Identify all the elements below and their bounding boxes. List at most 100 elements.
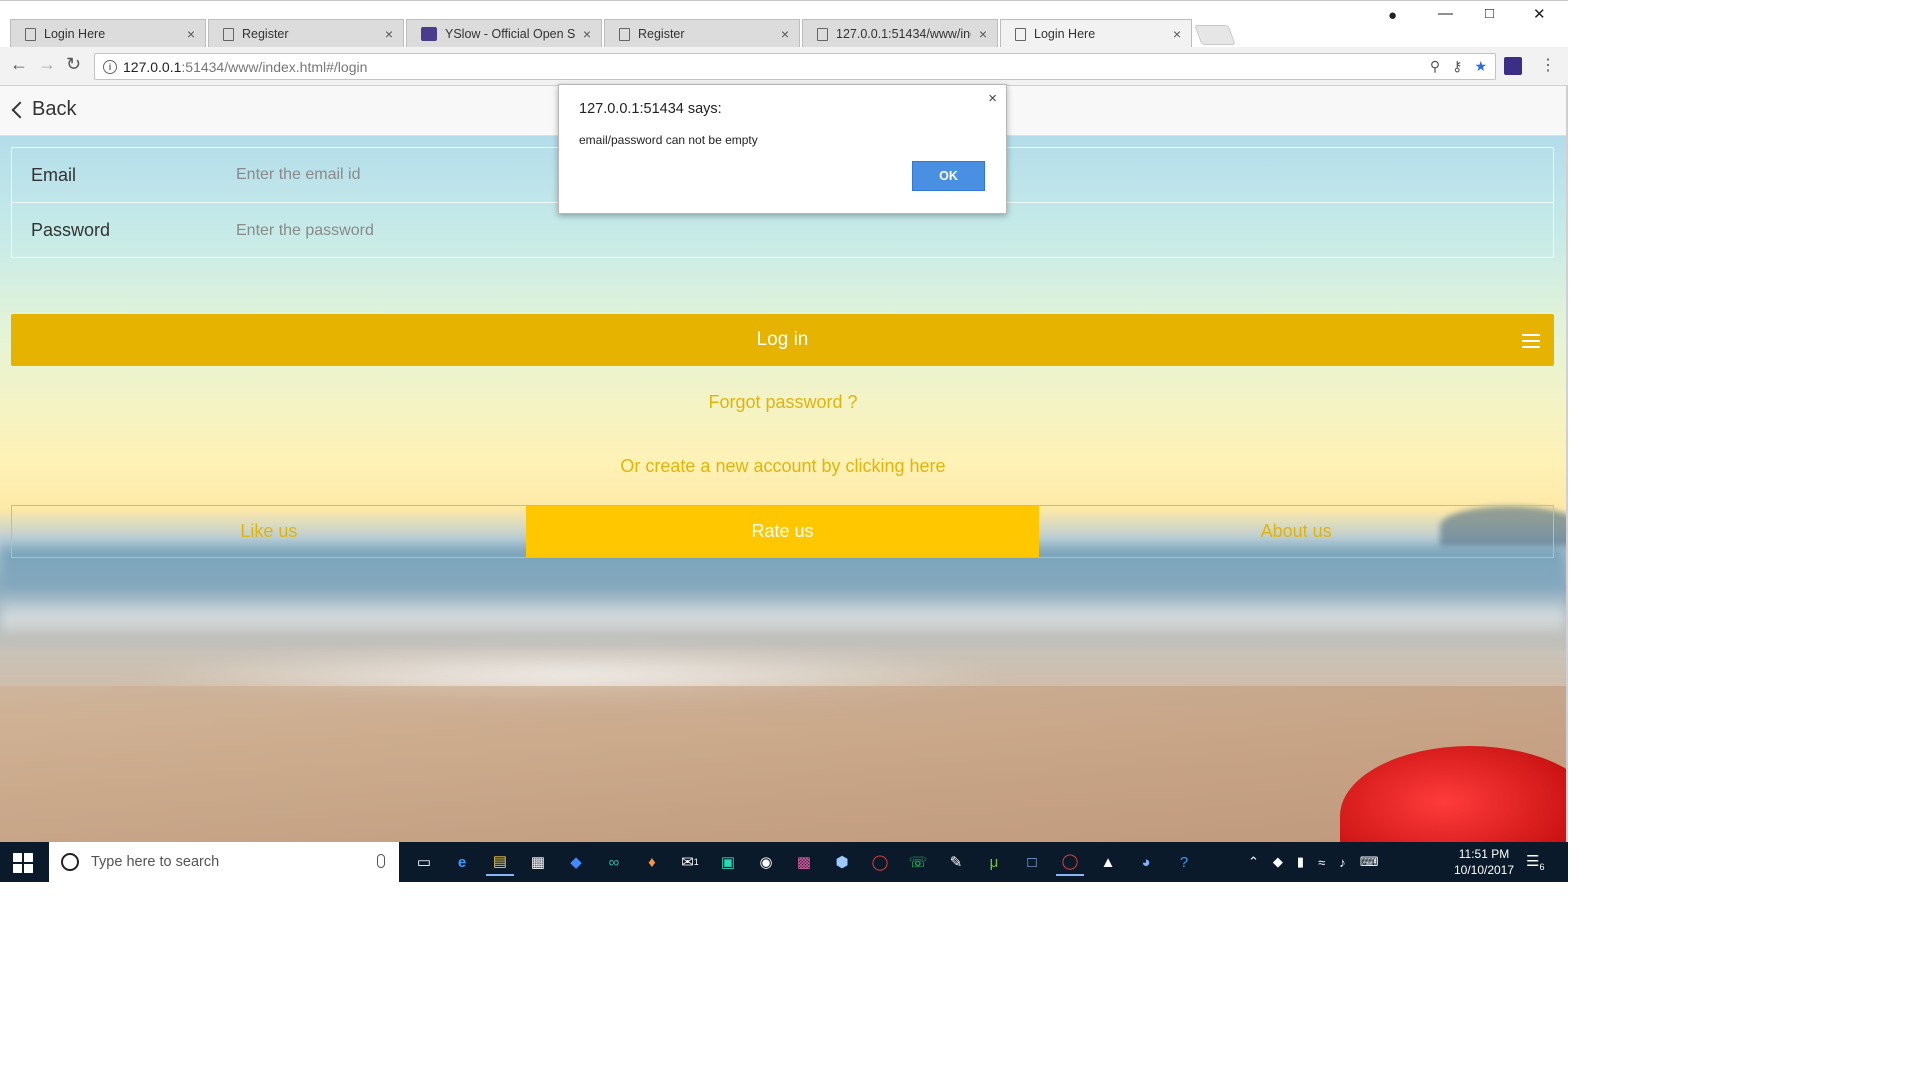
file-explorer-icon[interactable]: ▤	[486, 848, 514, 876]
tab-login-here-1[interactable]: Login Here ×	[10, 19, 206, 48]
doc-icon	[1015, 27, 1026, 41]
arduino-icon[interactable]: ∞	[600, 848, 628, 876]
chevron-up-icon[interactable]: ⌃	[1248, 854, 1259, 870]
app-box-icon[interactable]: □	[1018, 848, 1046, 876]
webstorm-icon[interactable]: ▣	[714, 848, 742, 876]
paint-icon[interactable]: ✎	[942, 848, 970, 876]
chrome-icon[interactable]: ◯	[866, 848, 894, 876]
forgot-password-link[interactable]: Forgot password ?	[0, 392, 1566, 413]
close-tab-icon[interactable]: ×	[583, 26, 591, 42]
profile-icon[interactable]: ●	[1388, 7, 1397, 24]
dropbox-tray-icon[interactable]: ◆	[1273, 854, 1283, 870]
close-tab-icon[interactable]: ×	[385, 26, 393, 42]
url-host: 127.0.0.1	[123, 58, 182, 75]
bookmark-star-icon[interactable]: ★	[1474, 58, 1487, 75]
edge-icon[interactable]: e	[448, 848, 476, 876]
close-icon[interactable]: ×	[988, 90, 997, 107]
background-sand	[0, 686, 1566, 842]
git-icon[interactable]: ♦	[638, 848, 666, 876]
email-label: Email	[31, 164, 77, 185]
store-icon[interactable]: ▦	[524, 848, 552, 876]
tab-label: Register	[638, 27, 685, 41]
yslow-icon	[421, 27, 437, 41]
microphone-icon[interactable]	[377, 854, 385, 868]
whatsapp-icon[interactable]: ☏	[904, 848, 932, 876]
back-button[interactable]: Back	[10, 98, 76, 121]
tab-label: Register	[242, 27, 289, 41]
search-placeholder: Type here to search	[91, 854, 220, 870]
page-scrollbar[interactable]	[1566, 86, 1568, 842]
help-icon[interactable]: ?	[1170, 848, 1198, 876]
cortana-icon	[61, 853, 79, 871]
tab-label: 127.0.0.1:51434/www/inc	[836, 27, 971, 41]
close-tab-icon[interactable]: ×	[781, 26, 789, 42]
url-path: :51434/www/index.html#/login	[181, 58, 368, 75]
minimize-icon[interactable]: —	[1438, 5, 1453, 22]
wifi-icon[interactable]: ≈	[1318, 855, 1325, 870]
dropbox-icon[interactable]: ◆	[562, 848, 590, 876]
ok-button[interactable]: OK	[912, 161, 985, 191]
maximize-icon[interactable]: □	[1485, 5, 1494, 22]
password-input[interactable]	[236, 221, 1553, 240]
tab-yslow[interactable]: YSlow - Official Open So ×	[406, 19, 602, 48]
photos-icon[interactable]: ▲	[1094, 848, 1122, 876]
key-icon[interactable]: ⚷	[1452, 58, 1462, 75]
reload-icon[interactable]: ↻	[66, 54, 81, 75]
speedometer-icon[interactable]: ◕	[1132, 848, 1160, 876]
like-us-button[interactable]: Like us	[12, 506, 526, 557]
address-bar[interactable]: i 127.0.0.1:51434/www/index.html#/login …	[94, 53, 1496, 80]
windows-start-icon[interactable]	[13, 853, 33, 873]
notification-icon[interactable]: ☰6	[1526, 852, 1544, 872]
tab-strip: Login Here × Register × YSlow - Official…	[0, 0, 1568, 48]
github-icon[interactable]: ◉	[752, 848, 780, 876]
chrome-active-icon[interactable]: ◯	[1056, 848, 1084, 876]
tab-label: YSlow - Official Open So	[445, 27, 575, 41]
login-button[interactable]: Log in	[11, 314, 1554, 366]
tab-label: Login Here	[44, 27, 106, 41]
back-label: Back	[32, 98, 77, 120]
close-tab-icon[interactable]: ×	[979, 26, 987, 42]
browser-toolbar: ← → ↻ i 127.0.0.1:51434/www/index.html#/…	[0, 47, 1568, 86]
about-us-button[interactable]: About us	[1039, 506, 1553, 557]
extension-icon[interactable]	[1504, 57, 1522, 75]
battery-icon[interactable]: ▮	[1297, 854, 1304, 870]
close-window-icon[interactable]: ✕	[1533, 5, 1546, 23]
new-tab-button[interactable]	[1194, 25, 1236, 45]
close-tab-icon[interactable]: ×	[1173, 26, 1181, 42]
forward-arrow-icon[interactable]: →	[38, 54, 56, 75]
doc-icon	[223, 27, 234, 41]
background-sea	[0, 546, 1566, 636]
mail-icon[interactable]: ✉ 1	[676, 848, 704, 876]
zoom-icon[interactable]: ⚲	[1430, 58, 1440, 75]
clock-date: 10/10/2017	[1453, 863, 1515, 877]
utorrent-icon[interactable]: μ	[980, 848, 1008, 876]
chevron-left-icon	[11, 101, 29, 118]
menu-dots-icon[interactable]: ⋮	[1540, 55, 1556, 75]
alert-dialog: 127.0.0.1:51434 says: email/password can…	[558, 84, 1007, 214]
virtualbox-icon[interactable]: ⬢	[828, 848, 856, 876]
back-arrow-icon[interactable]: ←	[10, 54, 28, 75]
alert-title: 127.0.0.1:51434 says:	[579, 101, 722, 117]
info-icon[interactable]: i	[103, 59, 117, 74]
taskbar-clock[interactable]: 11:51 PM 10/10/2017	[1444, 846, 1524, 878]
mail-badge: 1	[693, 857, 699, 867]
close-tab-icon[interactable]: ×	[187, 26, 195, 42]
doc-icon	[619, 27, 630, 41]
footer-segmented-control: Like us Rate us About us	[11, 505, 1554, 558]
create-account-link[interactable]: Or create a new account by clicking here	[0, 456, 1566, 477]
intellij-icon[interactable]: ▩	[790, 848, 818, 876]
doc-icon	[25, 27, 36, 41]
hamburger-icon[interactable]	[1522, 334, 1540, 352]
keyboard-icon[interactable]: ⌨	[1360, 854, 1379, 870]
doc-icon	[817, 27, 828, 41]
tab-localhost[interactable]: 127.0.0.1:51434/www/inc ×	[802, 19, 998, 48]
task-view-icon[interactable]: ▭	[410, 848, 438, 876]
volume-icon[interactable]: ♪	[1339, 855, 1346, 870]
windows-taskbar: Type here to search ▭ e ▤ ▦ ◆ ∞ ♦ ✉ 1 ▣ ◉…	[0, 842, 1568, 882]
tab-register-1[interactable]: Register ×	[208, 19, 404, 48]
tab-register-2[interactable]: Register ×	[604, 19, 800, 48]
notification-count: 6	[1539, 862, 1545, 872]
tab-login-here-active[interactable]: Login Here ×	[1000, 19, 1192, 48]
taskbar-search-box[interactable]: Type here to search	[49, 842, 399, 882]
rate-us-button[interactable]: Rate us	[525, 506, 1040, 557]
